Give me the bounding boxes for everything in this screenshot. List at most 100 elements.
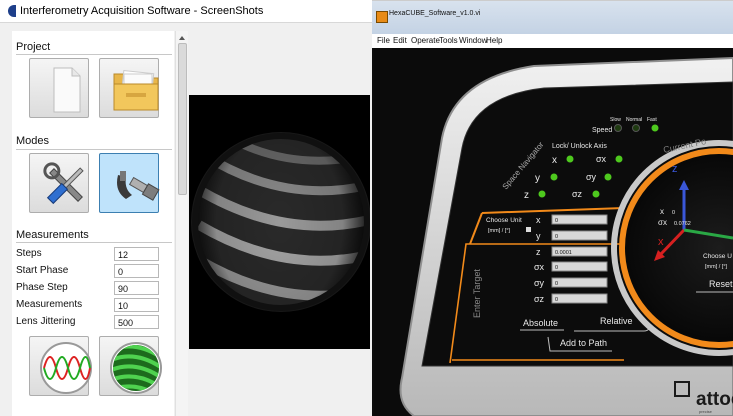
target-sigma-y-value: 0	[555, 281, 558, 287]
unit-right-value[interactable]: [mm] / [°]	[705, 264, 728, 270]
speed-label: Speed	[592, 127, 612, 134]
axis-z-label: z	[672, 163, 678, 175]
control-stage: Slow Normal Fast Speed Space Navigator L…	[374, 48, 733, 416]
target-x-field[interactable]	[551, 214, 608, 225]
lock-y-led[interactable]	[550, 173, 558, 181]
target-x-label: x	[536, 215, 541, 225]
steps-input[interactable]: 12	[114, 247, 159, 261]
lock-x-led[interactable]	[566, 155, 574, 163]
fringe-pattern-icon	[110, 342, 162, 394]
phase-step-label: Phase Step	[16, 282, 68, 293]
choose-unit-right-label: Choose U	[703, 253, 732, 260]
enter-target-label[interactable]: Enter Target	[472, 269, 482, 318]
brand-name: attoc	[696, 389, 733, 410]
interferogram-image	[191, 132, 370, 312]
lens-jittering-input[interactable]: 500	[114, 315, 159, 329]
start-phase-label: Start Phase	[16, 265, 69, 276]
fringe-pattern-button[interactable]	[99, 336, 162, 396]
target-sigma-z-field[interactable]	[551, 293, 608, 304]
lock-z-label: z	[524, 190, 529, 201]
position-sigma-x-label: σx	[658, 218, 667, 227]
section-measurements-label: Measurements	[16, 229, 89, 241]
window-title: Interferometry Acquisition Software - Sc…	[20, 5, 264, 17]
lock-sigma-x-label: σx	[596, 154, 607, 164]
target-y-value: 0	[555, 234, 558, 240]
position-x-label: x	[660, 207, 664, 216]
target-sigma-z-label: σz	[534, 294, 545, 304]
speed-fast-label: Fast	[647, 117, 657, 123]
menu-window[interactable]: Window	[459, 36, 487, 45]
interferogram-view	[189, 95, 370, 349]
menu-edit[interactable]: Edit	[393, 36, 407, 45]
menu-tools[interactable]: Tools	[439, 36, 458, 45]
unit-toggle[interactable]	[526, 227, 531, 232]
measurements-count-input[interactable]: 10	[114, 298, 159, 312]
speed-normal-label: Normal	[626, 117, 642, 123]
lock-sigma-z-label: σz	[572, 189, 583, 199]
scroll-thumb[interactable]	[178, 43, 187, 195]
relative-button[interactable]: Relative	[600, 316, 633, 326]
micrometer-mode-button[interactable]	[99, 153, 160, 213]
waveform-button[interactable]	[29, 336, 92, 396]
labview-icon	[376, 11, 388, 23]
add-to-path-button[interactable]: Add to Path	[560, 338, 607, 348]
lock-sigma-y-led[interactable]	[604, 173, 612, 181]
speed-slow-led[interactable]	[614, 124, 622, 132]
phase-step-input[interactable]: 90	[114, 281, 159, 295]
tools-mode-button[interactable]	[29, 153, 89, 213]
menu-help[interactable]: Help	[486, 36, 502, 45]
speed-normal-led[interactable]	[632, 124, 640, 132]
tools-icon	[43, 162, 84, 205]
panel-scrollbar[interactable]	[175, 31, 188, 416]
window-title: HexaCUBE_Software_v1.0.vi	[389, 10, 481, 17]
target-z-value: 0.0001	[555, 250, 572, 256]
interferometry-window: Interferometry Acquisition Software - Sc…	[0, 0, 372, 416]
lock-sigma-z-led[interactable]	[592, 190, 600, 198]
target-sigma-y-field[interactable]	[551, 277, 608, 288]
lock-sigma-x-led[interactable]	[615, 155, 623, 163]
target-y-field[interactable]	[551, 230, 608, 241]
section-modes-label: Modes	[16, 135, 50, 147]
choose-unit-label: Choose Unit	[486, 217, 522, 224]
absolute-button[interactable]: Absolute	[523, 318, 558, 328]
divider	[16, 242, 172, 243]
section-project-label: Project	[16, 41, 51, 53]
folder-icon	[113, 69, 159, 111]
divider	[16, 54, 172, 55]
target-sigma-z-value: 0	[555, 297, 558, 303]
window-titlebar[interactable]: HexaCUBE_Software_v1.0.vi	[372, 0, 733, 35]
scroll-up-icon[interactable]	[176, 33, 188, 43]
target-sigma-x-field[interactable]	[551, 261, 608, 272]
divider	[16, 149, 172, 150]
window-titlebar[interactable]: Interferometry Acquisition Software - Sc…	[0, 0, 372, 23]
open-project-button[interactable]	[99, 58, 159, 118]
start-phase-input[interactable]: 0	[114, 264, 159, 278]
target-sigma-y-label: σy	[534, 278, 545, 288]
position-sigma-x-value: 0.0762	[674, 221, 691, 227]
control-panel: Project Modes Measurements Steps 12 Star…	[12, 31, 174, 416]
speed-slow-label: Slow	[610, 117, 621, 123]
lock-z-led[interactable]	[538, 190, 546, 198]
unit-value[interactable]: [mm] / [°]	[488, 228, 511, 234]
measurements-count-label: Measurements	[16, 299, 83, 310]
axis-x-label: x	[658, 236, 664, 248]
position-x-value: 0	[672, 210, 675, 216]
app-icon	[8, 5, 16, 17]
waveform-icon	[40, 342, 92, 394]
menu-file[interactable]: File	[377, 36, 390, 45]
new-project-button[interactable]	[29, 58, 89, 118]
menu-operate[interactable]: Operate	[411, 36, 440, 45]
document-icon	[53, 67, 81, 113]
hexacube-window: HexaCUBE_Software_v1.0.vi File Edit Oper…	[372, 0, 733, 416]
micrometer-icon	[117, 171, 160, 201]
lock-y-label: y	[535, 173, 540, 184]
hexacube-panel: Slow Normal Fast Speed Space Navigator L…	[399, 56, 733, 416]
lens-jittering-label: Lens Jittering	[16, 316, 76, 327]
lock-sigma-y-label: σy	[586, 172, 597, 182]
speed-fast-led[interactable]	[651, 124, 659, 132]
reset-button[interactable]: Reset	[709, 279, 733, 289]
target-x-value: 0	[555, 218, 558, 224]
menu-bar: File Edit Operate Tools Window Help	[372, 34, 733, 48]
target-y-label: y	[536, 231, 541, 241]
steps-label: Steps	[16, 248, 42, 259]
